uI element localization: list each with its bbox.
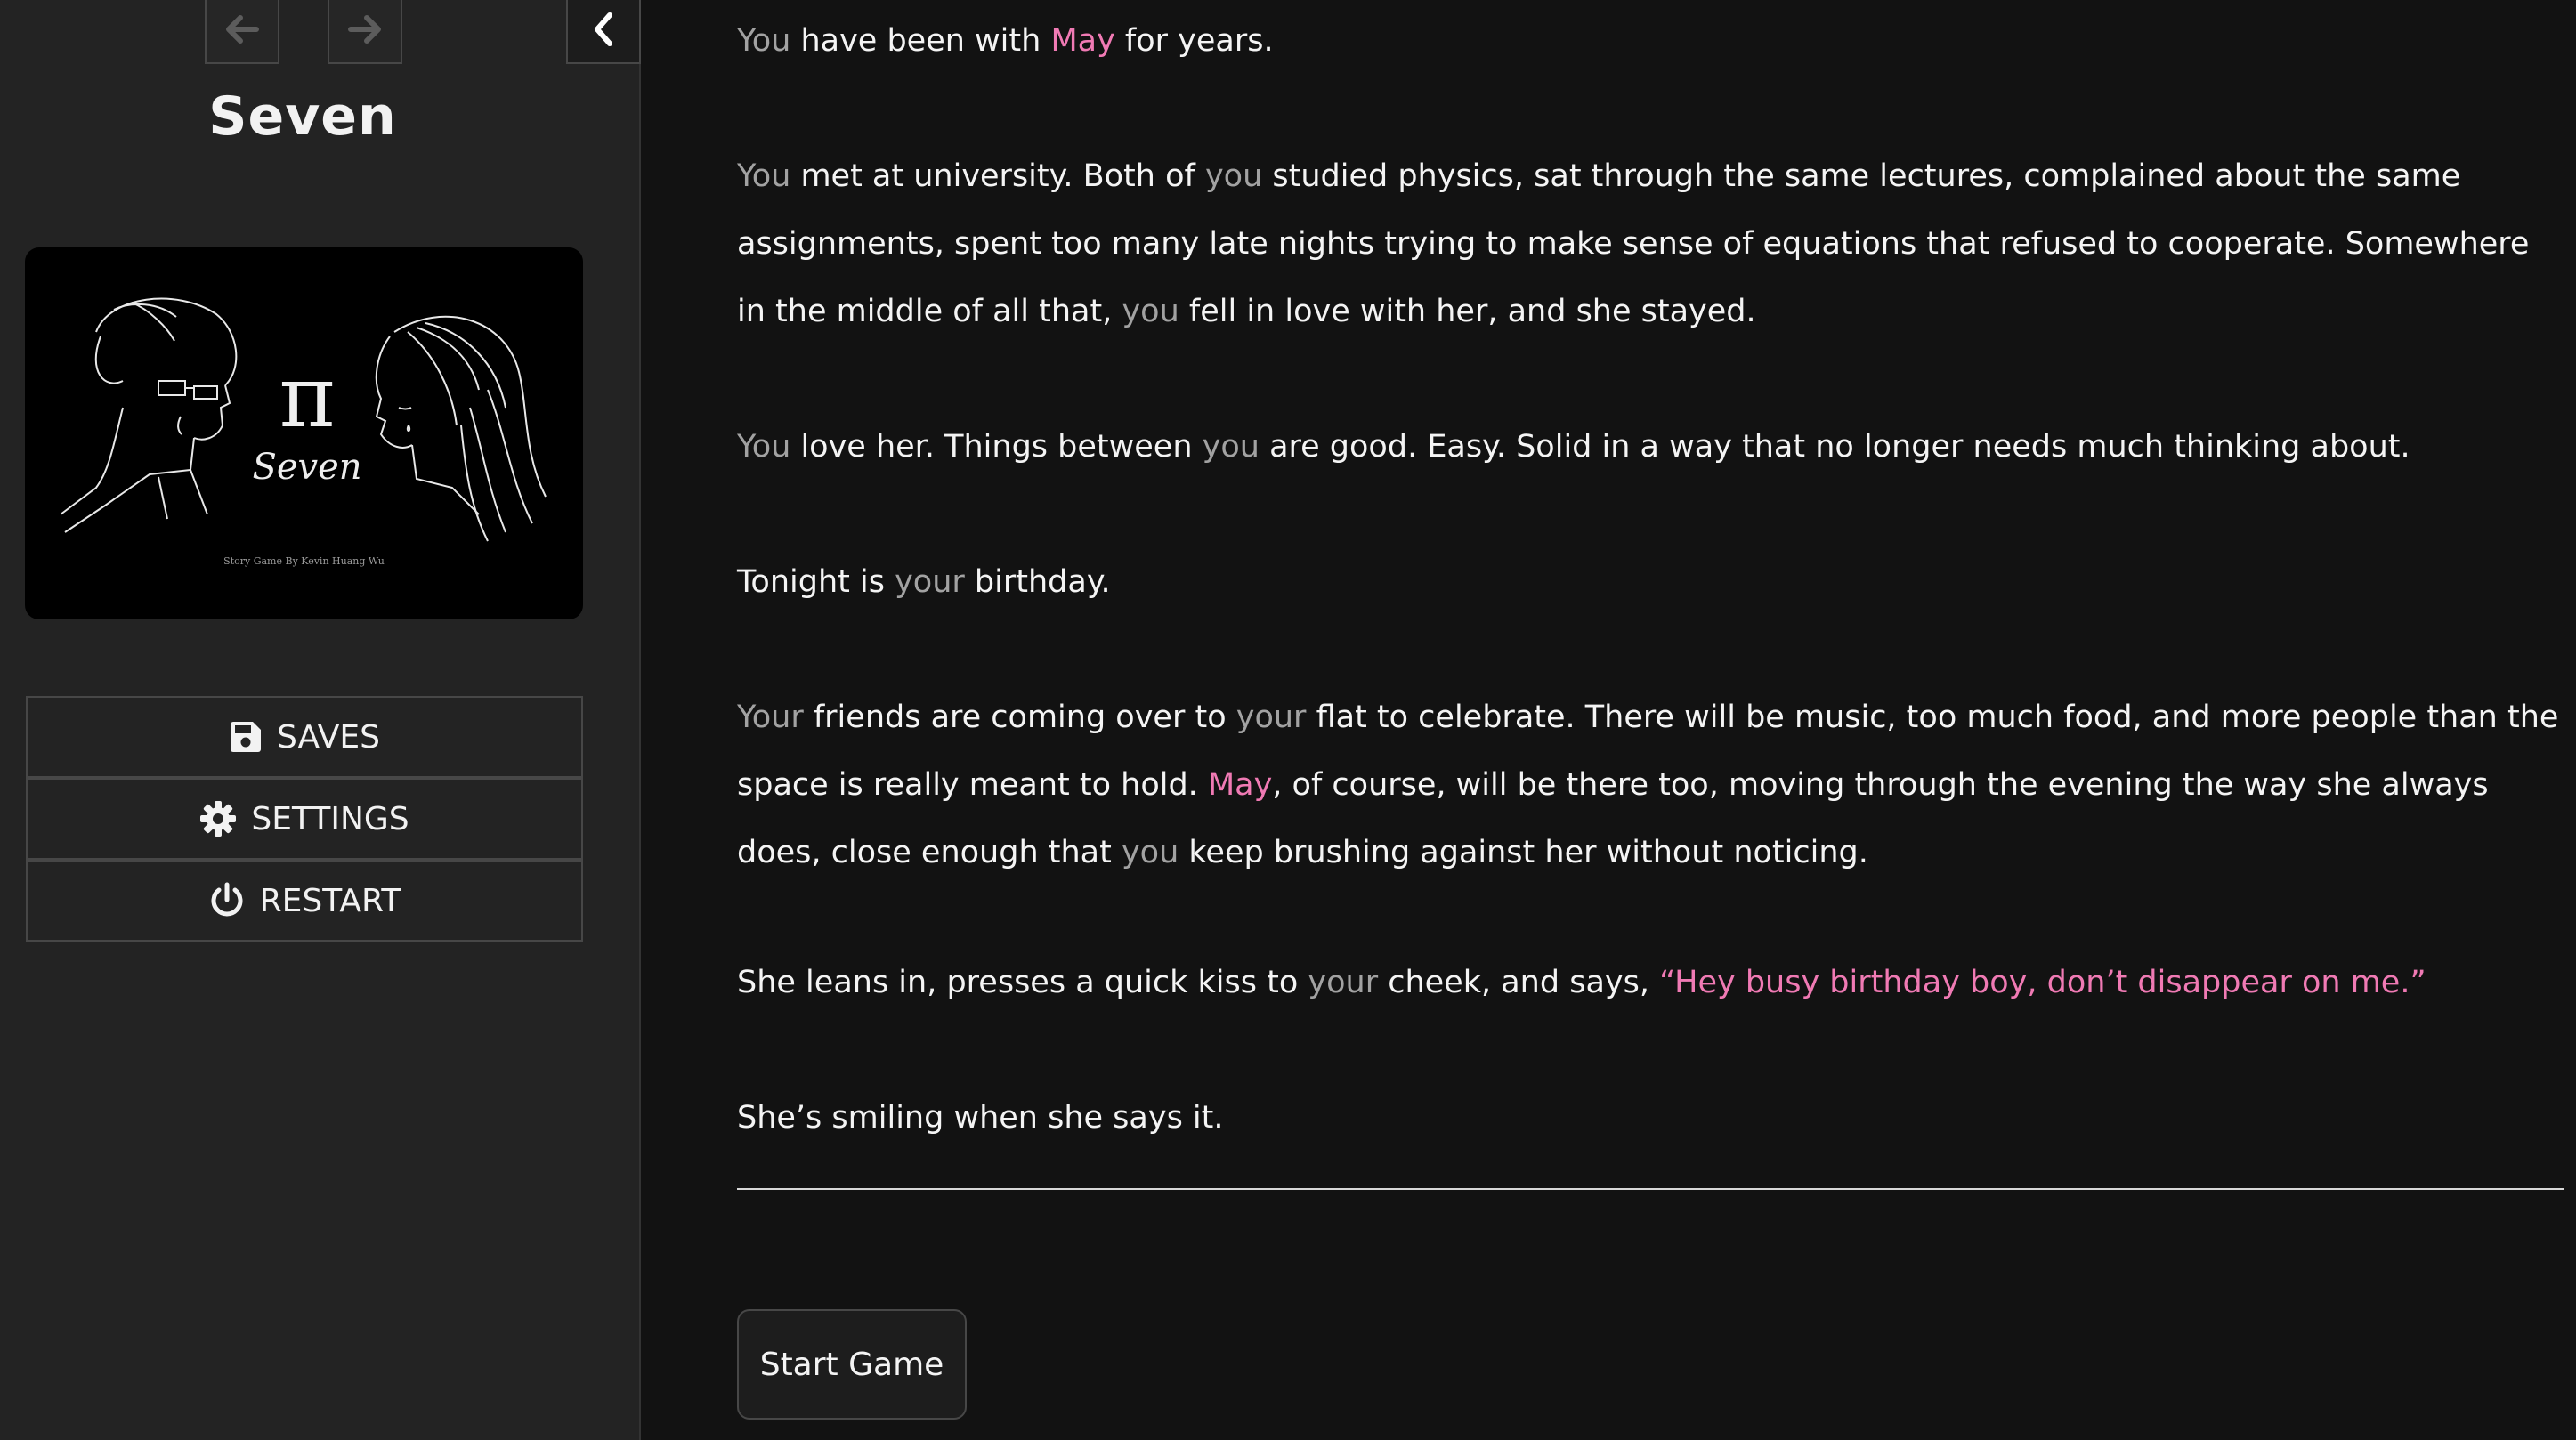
restart-label: RESTART: [259, 882, 401, 919]
cover-logo-text: Seven: [252, 447, 362, 488]
start-game-button[interactable]: Start Game: [737, 1309, 967, 1420]
arrow-right-icon: [348, 15, 381, 44]
passage-paragraph: You met at university. Both of you studi…: [737, 158, 2530, 329]
history-forward-button[interactable]: [328, 0, 402, 64]
story-title: Seven: [208, 85, 397, 148]
saves-label: SAVES: [276, 718, 381, 756]
restart-button[interactable]: RESTART: [26, 860, 583, 942]
may-dialogue: “Hey busy birthday boy, don’t disappear …: [1659, 965, 2426, 1000]
cover-pi-symbol: π: [279, 347, 336, 447]
character-name-may: May: [1050, 23, 1115, 59]
passage-divider: [737, 1188, 2564, 1190]
save-icon: [230, 722, 261, 752]
power-icon: [211, 882, 243, 917]
sidebar: Seven π Seven Story Game By Kevin Huang …: [0, 0, 641, 1440]
arrow-left-icon: [226, 15, 259, 44]
passage-paragraph: Tonight is your birthday.: [737, 564, 1111, 600]
character-name-may: May: [1207, 767, 1273, 803]
passage-paragraph: Your friends are coming over to your fla…: [737, 700, 2559, 870]
passage-paragraph: She leans in, presses a quick kiss to yo…: [737, 965, 2426, 1000]
chevron-left-icon: [595, 12, 612, 46]
saves-button[interactable]: SAVES: [26, 696, 583, 778]
cover-credit: Story Game By Kevin Huang Wu: [223, 555, 385, 567]
cover-image: π Seven Story Game By Kevin Huang Wu: [25, 247, 583, 619]
passage-paragraph: She’s smiling when she says it.: [737, 1100, 1224, 1136]
gear-icon: [200, 801, 237, 837]
settings-label: SETTINGS: [251, 800, 409, 837]
settings-button[interactable]: SETTINGS: [26, 778, 583, 860]
passage-paragraph: You love her. Things between you are goo…: [737, 429, 2410, 465]
sidebar-collapse-button[interactable]: [566, 0, 641, 64]
passage-paragraph: You have been with May for years.: [737, 23, 1274, 59]
history-back-button[interactable]: [205, 0, 279, 64]
